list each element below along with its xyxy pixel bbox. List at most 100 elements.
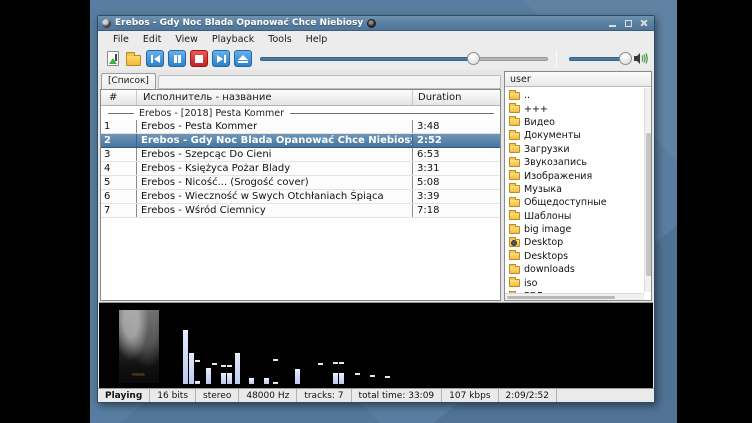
seek-handle[interactable] — [467, 52, 480, 65]
track-duration-cell: 6:53 — [413, 148, 500, 161]
maximize-button[interactable] — [622, 18, 634, 28]
volume-slider[interactable] — [569, 50, 627, 67]
horizontal-scrollbar[interactable] — [505, 293, 644, 300]
desktop-wallpaper: Erebos - Gdy Noc Blada Opanować Chce Nie… — [90, 0, 677, 423]
folder-item[interactable]: Загрузки — [505, 143, 651, 156]
column-header-number[interactable]: # — [101, 90, 137, 105]
spectrum-peak-marker — [195, 360, 200, 362]
spectrum-bar — [227, 373, 232, 384]
vertical-scrollbar[interactable] — [644, 88, 651, 292]
folder-item[interactable]: .. — [505, 89, 651, 102]
playlist-row[interactable]: 1 Erebos - Pesta Kommer 3:48 — [101, 120, 500, 134]
playlist-row[interactable]: 3 Erebos - Szepcąc Do Cieni 6:53 — [101, 148, 500, 162]
tab-strip: [Список] — [100, 71, 501, 89]
folder-label: downloads — [524, 264, 575, 275]
add-files-button[interactable] — [104, 50, 121, 67]
minimize-button[interactable] — [606, 18, 618, 28]
folder-item[interactable]: iso — [505, 276, 651, 289]
close-icon — [640, 19, 648, 27]
menu-item[interactable]: Tools — [261, 33, 298, 46]
previous-icon — [151, 55, 153, 63]
folder-item[interactable]: Видео — [505, 116, 651, 129]
folder-icon — [509, 212, 520, 220]
track-duration-cell: 3:48 — [413, 120, 500, 133]
pause-button[interactable] — [168, 50, 186, 67]
menu-item[interactable]: Edit — [136, 33, 168, 46]
playlist-row[interactable]: 2 Erebos - Gdy Noc Blada Opanować Chce N… — [101, 134, 500, 148]
tab-playlist[interactable]: [Список] — [101, 73, 156, 89]
tab-strip-empty[interactable] — [158, 75, 501, 89]
track-title-cell: Erebos - Nicość... (Srogość cover) — [137, 176, 413, 189]
spectrum-bar — [273, 382, 278, 384]
playlist-row[interactable]: 7 Erebos - Wśród Ciemnicy 7:18 — [101, 204, 500, 218]
folder-label: Музыка — [524, 184, 562, 195]
folder-item[interactable]: Desktops — [505, 250, 651, 263]
folder-item[interactable]: +++ — [505, 102, 651, 115]
folder-item[interactable]: downloads — [505, 263, 651, 276]
folder-item[interactable]: Звукозапись — [505, 156, 651, 169]
statusbar: Playing 16 bits stereo 48000 Hz tracks: … — [98, 388, 654, 402]
playlist-row[interactable]: 5 Erebos - Nicość... (Srogość cover) 5:0… — [101, 176, 500, 190]
spectrum-bar — [339, 373, 344, 384]
spectrum-bar — [206, 368, 211, 384]
spectrum-peak-marker — [221, 365, 226, 367]
open-folder-button[interactable] — [125, 50, 142, 67]
folder-item[interactable]: big image — [505, 223, 651, 236]
pause-icon — [178, 55, 181, 63]
folder-item[interactable]: Музыка — [505, 183, 651, 196]
menu-item[interactable]: View — [168, 33, 205, 46]
folder-item[interactable]: Desktop — [505, 236, 651, 249]
column-header-title[interactable]: Исполнитель - название — [137, 90, 413, 105]
status-segment: total time: 33:09 — [352, 389, 443, 402]
folder-icon — [509, 159, 520, 167]
scrollbar-thumb[interactable] — [646, 133, 651, 276]
folder-icon — [509, 226, 520, 234]
playlist-row[interactable]: 4 Erebos - Księżyca Pożar Blady 3:31 — [101, 162, 500, 176]
folder-item[interactable]: Общедоступные — [505, 196, 651, 209]
close-button[interactable] — [638, 18, 650, 28]
spectrum-peak-marker — [212, 363, 217, 365]
playlist-group-row: Erebos - [2018] Pesta Kommer — [101, 106, 500, 120]
app-icon — [102, 19, 111, 28]
title-emoji-icon — [367, 19, 376, 28]
track-number-cell: 3 — [101, 148, 137, 161]
filebrowser-path[interactable]: user — [505, 72, 651, 87]
pause-icon — [174, 55, 177, 63]
column-header-duration[interactable]: Duration — [413, 90, 500, 105]
open-folder-icon — [126, 55, 141, 66]
track-number-cell: 5 — [101, 176, 137, 189]
menu-item[interactable]: File — [106, 33, 136, 46]
track-number-cell: 1 — [101, 120, 137, 133]
scrollbar-thumb[interactable] — [507, 296, 615, 299]
status-segment: 107 kbps — [442, 389, 498, 402]
next-button[interactable] — [212, 50, 230, 67]
menu-item[interactable]: Help — [299, 33, 335, 46]
next-icon — [224, 55, 226, 63]
titlebar[interactable]: Erebos - Gdy Noc Blada Opanować Chce Nie… — [98, 16, 654, 31]
track-title-cell: Erebos - Szepcąc Do Cieni — [137, 148, 413, 161]
volume-handle[interactable] — [619, 52, 632, 65]
spectrum-peak-marker — [370, 375, 375, 377]
playlist-row[interactable]: 6 Erebos - Wieczność w Swych Otchłaniach… — [101, 190, 500, 204]
folder-label: Звукозапись — [524, 157, 587, 168]
folder-item[interactable]: Шаблоны — [505, 210, 651, 223]
folder-icon — [509, 105, 520, 113]
eject-icon — [238, 55, 248, 63]
spectrum-peak-marker — [273, 359, 278, 361]
folder-item[interactable]: Документы — [505, 129, 651, 142]
previous-button[interactable] — [146, 50, 164, 67]
status-segment: stereo — [196, 389, 239, 402]
stop-button[interactable] — [190, 50, 208, 67]
spectrum-peak-marker — [318, 363, 323, 365]
spectrum-bar — [264, 378, 269, 384]
group-line — [108, 113, 134, 114]
eject-button[interactable] — [234, 50, 252, 67]
folder-item[interactable]: Изображения — [505, 169, 651, 182]
previous-icon — [154, 55, 160, 63]
toolbar — [98, 47, 654, 70]
folder-icon — [509, 279, 520, 287]
volume-fill — [569, 57, 625, 61]
seek-slider[interactable] — [260, 50, 548, 67]
menu-item[interactable]: Playback — [205, 33, 261, 46]
maximize-icon — [625, 20, 632, 27]
